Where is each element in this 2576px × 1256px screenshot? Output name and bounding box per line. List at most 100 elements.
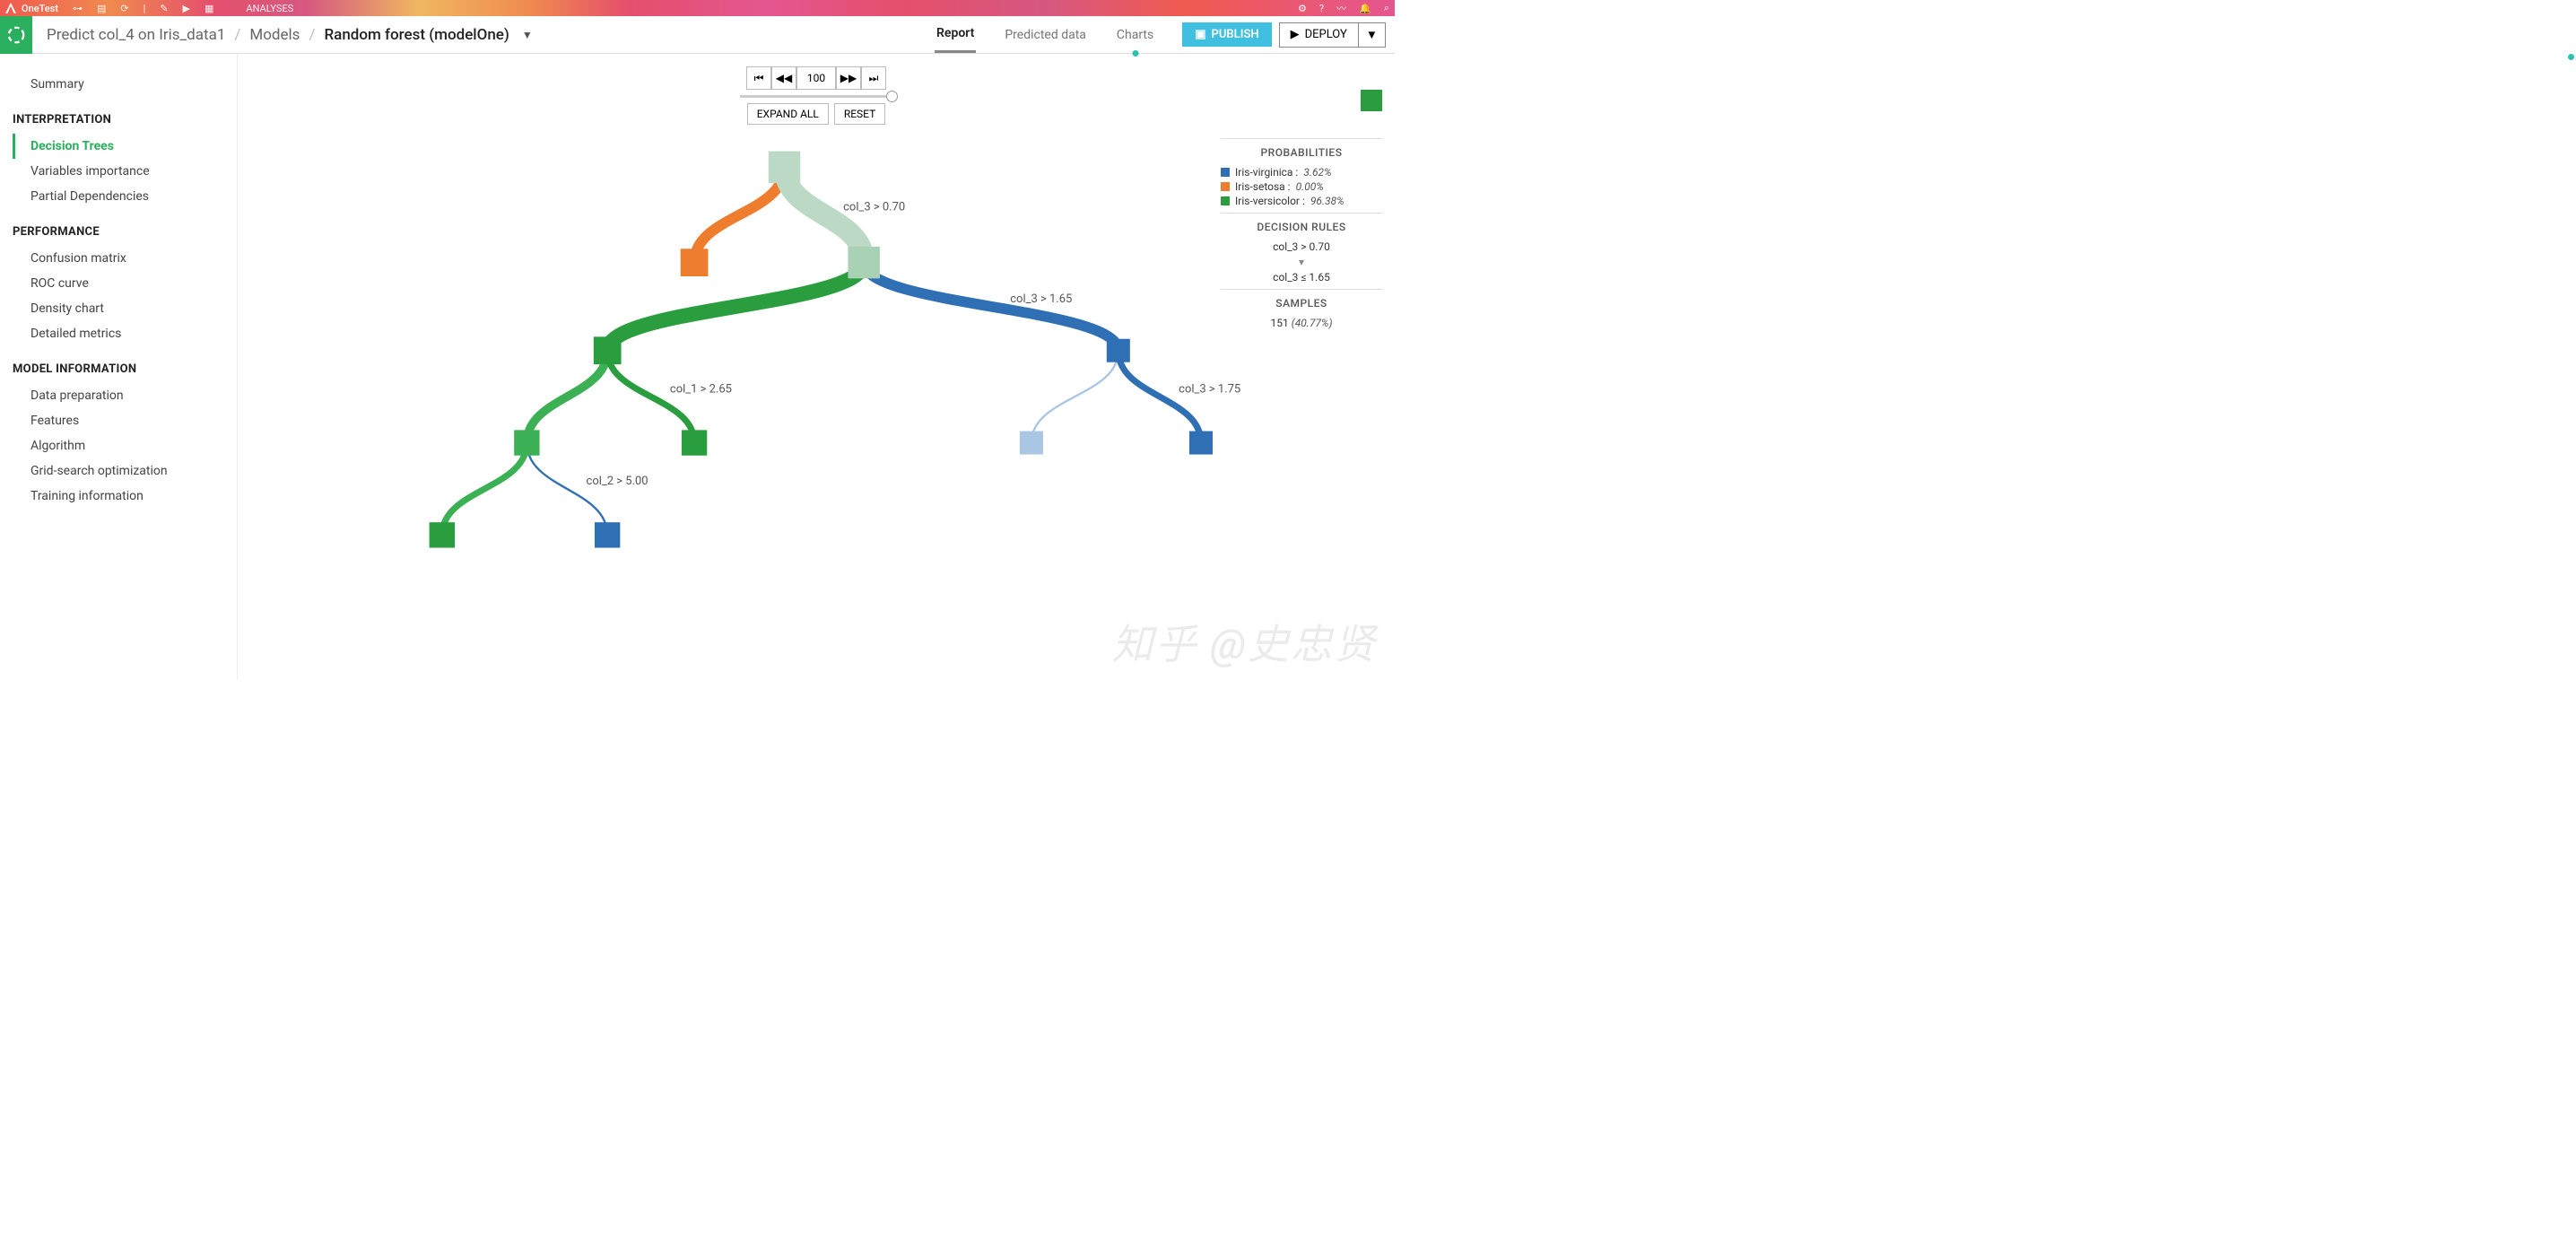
brand[interactable]: OneTest xyxy=(5,3,58,14)
sidebar-algorithm[interactable]: Algorithm xyxy=(13,433,237,458)
breadcrumb-models[interactable]: Models xyxy=(249,26,300,44)
class-swatch xyxy=(1221,182,1230,191)
corner-status-dot xyxy=(2568,54,2574,60)
divider: | xyxy=(144,3,146,14)
header-tabs: Report Predicted data Charts xyxy=(935,16,1155,53)
topbar-icon-row: ⊶ ▤ ⟳ | ✎ ▶ ▦ ANALYSES xyxy=(73,3,293,14)
node-info-panel: PROBABILITIES Iris-virginica : 3.62%Iris… xyxy=(1221,90,1382,329)
tab-charts[interactable]: Charts xyxy=(1115,16,1155,53)
edge-label: col_3 > 0.70 xyxy=(843,201,905,214)
sidebar-heading-performance: PERFORMANCE xyxy=(13,209,237,246)
analyses-label[interactable]: ANALYSES xyxy=(246,3,293,14)
tree-edge xyxy=(442,443,527,536)
tree-node[interactable] xyxy=(848,247,879,278)
project-name: OneTest xyxy=(22,3,58,14)
tree-node[interactable] xyxy=(430,522,455,547)
publish-icon: ▣ xyxy=(1195,28,1205,41)
sidebar-summary[interactable]: Summary xyxy=(13,72,237,97)
sidebar-density-chart[interactable]: Density chart xyxy=(13,296,237,321)
tree-node[interactable] xyxy=(682,430,707,455)
rule-1: col_3 > 0.70 xyxy=(1221,240,1382,253)
sidebar-data-preparation[interactable]: Data preparation xyxy=(13,383,237,408)
gear-icon[interactable]: ⚙ xyxy=(1298,3,1307,14)
tree-node[interactable] xyxy=(769,152,800,183)
tree-index-input[interactable] xyxy=(796,66,836,90)
rule-2: col_3 ≤ 1.65 xyxy=(1221,271,1382,283)
tree-slider[interactable] xyxy=(740,95,892,98)
sidebar-heading-interpretation: INTERPRETATION xyxy=(13,97,237,134)
breadcrumb-sep: / xyxy=(234,26,240,44)
tree-node[interactable] xyxy=(1107,339,1130,362)
content: ⏮ ◀◀ ▶▶ ⏭ EXPAND ALL RESET col_3 > 0.70 c… xyxy=(238,54,1395,680)
recipe-icon[interactable]: ⟳ xyxy=(120,3,128,14)
sidebar-partial-dependencies[interactable]: Partial Dependencies xyxy=(13,184,237,209)
breadcrumb: Predict col_4 on Iris_data1 / Models / R… xyxy=(47,26,533,44)
tree-node[interactable] xyxy=(681,249,709,276)
class-prob: 0.00% xyxy=(1296,180,1324,193)
sidebar-decision-trees[interactable]: Decision Trees xyxy=(13,134,237,159)
breadcrumb-current[interactable]: Random forest (modelOne) xyxy=(324,26,509,44)
last-tree-button[interactable]: ⏭ xyxy=(861,66,886,90)
prev-tree-button[interactable]: ◀◀ xyxy=(771,66,796,90)
tree-edge xyxy=(607,351,694,443)
activity-icon[interactable]: 〰 xyxy=(1336,1,1346,15)
class-prob: 96.38% xyxy=(1310,195,1345,207)
analysis-logo[interactable] xyxy=(0,16,32,54)
sidebar-roc-curve[interactable]: ROC curve xyxy=(13,271,237,296)
edit-icon[interactable]: ✎ xyxy=(160,3,168,14)
first-tree-button[interactable]: ⏮ xyxy=(746,66,771,90)
slider-thumb[interactable] xyxy=(886,91,898,102)
sidebar-features[interactable]: Features xyxy=(13,408,237,433)
sidebar-heading-model-info: MODEL INFORMATION xyxy=(13,346,237,383)
class-label: Iris-virginica : xyxy=(1235,166,1298,179)
arrow-down-icon: ▾ xyxy=(1221,256,1382,268)
class-label: Iris-versicolor : xyxy=(1235,195,1305,207)
deploy-button[interactable]: ▶ DEPLOY xyxy=(1279,22,1359,48)
breadcrumb-sep: / xyxy=(309,26,315,44)
tab-predicted-data[interactable]: Predicted data xyxy=(1003,16,1088,53)
sidebar-variables-importance[interactable]: Variables importance xyxy=(13,159,237,184)
search-icon[interactable]: ⌕ xyxy=(1384,2,1389,14)
edge-label: col_3 > 1.75 xyxy=(1179,382,1240,396)
dataset-icon[interactable]: ▤ xyxy=(97,3,106,14)
tab-report[interactable]: Report xyxy=(935,16,976,53)
class-swatch xyxy=(1221,196,1230,205)
tree-edge xyxy=(1118,351,1201,443)
breadcrumb-analysis[interactable]: Predict col_4 on Iris_data1 xyxy=(47,26,225,44)
help-icon[interactable]: ? xyxy=(1319,3,1324,14)
publish-button[interactable]: ▣ PUBLISH xyxy=(1182,22,1271,47)
main-area: Summary INTERPRETATION Decision Trees Va… xyxy=(0,54,1395,680)
samples-percent: (40.77%) xyxy=(1292,317,1333,329)
tree-edge xyxy=(527,443,607,536)
chevron-down-icon[interactable]: ▼ xyxy=(522,29,533,41)
tree-node[interactable] xyxy=(594,336,622,364)
sidebar-confusion-matrix[interactable]: Confusion matrix xyxy=(13,246,237,271)
bell-icon[interactable]: 🔔 xyxy=(1359,3,1371,14)
class-prob: 3.62% xyxy=(1303,166,1331,179)
page-header: Predict col_4 on Iris_data1 / Models / R… xyxy=(0,16,1395,54)
tree-edge xyxy=(864,263,1118,351)
decision-rules-heading: DECISION RULES xyxy=(1221,213,1382,233)
tree-node[interactable] xyxy=(1020,432,1043,455)
sidebar-training-info[interactable]: Training information xyxy=(13,484,237,509)
watermark: 知乎 @史忠贤 xyxy=(1112,612,1377,671)
samples-count: 151 xyxy=(1270,317,1288,329)
sidebar-grid-search[interactable]: Grid-search optimization xyxy=(13,458,237,484)
brand-icon xyxy=(5,3,16,13)
samples-heading: SAMPLES xyxy=(1221,289,1382,310)
cards-icon[interactable]: ▦ xyxy=(205,3,213,14)
play-icon[interactable]: ▶ xyxy=(183,3,190,14)
tree-node[interactable] xyxy=(1189,432,1213,455)
tree-node[interactable] xyxy=(514,430,539,455)
deploy-dropdown[interactable]: ▼ xyxy=(1359,22,1386,48)
flow-icon[interactable]: ⊶ xyxy=(73,3,83,14)
sidebar-detailed-metrics[interactable]: Detailed metrics xyxy=(13,321,237,346)
tree-edge xyxy=(527,351,607,443)
expand-all-button[interactable]: EXPAND ALL xyxy=(747,103,829,125)
reset-button[interactable]: RESET xyxy=(834,103,885,125)
global-topbar: OneTest ⊶ ▤ ⟳ | ✎ ▶ ▦ ANALYSES ⚙ ? 〰 🔔 ⌕ xyxy=(0,0,1395,16)
topbar-right-icons: ⚙ ? 〰 🔔 ⌕ xyxy=(1298,1,1389,15)
tree-node[interactable] xyxy=(595,522,620,547)
selected-node-swatch xyxy=(1361,90,1382,111)
next-tree-button[interactable]: ▶▶ xyxy=(836,66,861,90)
